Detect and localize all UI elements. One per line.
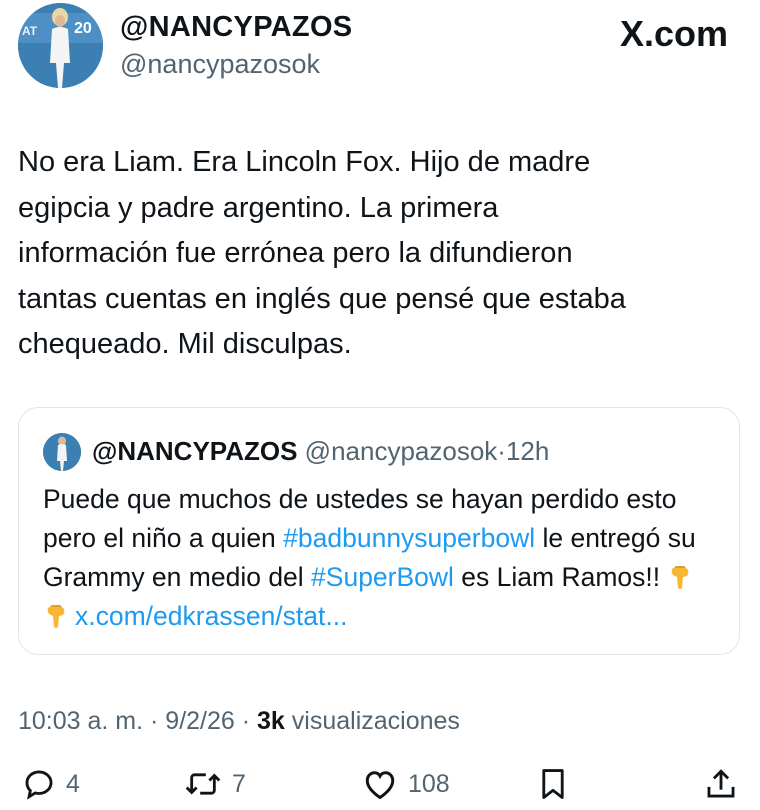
tweet-meta: 10:03 a. m. · 9/2/26 · 3k visualizacione… — [18, 704, 460, 738]
repost-count: 7 — [232, 769, 246, 798]
like-icon — [365, 771, 395, 800]
like-count: 108 — [408, 769, 450, 798]
quoted-handle[interactable]: @nancypazosok — [305, 436, 498, 466]
author-info: @NANCYPAZOS @nancypazosok — [120, 10, 352, 82]
like-button[interactable]: 108 — [362, 762, 450, 806]
author-handle[interactable]: @nancypazosok — [120, 46, 352, 82]
reply-icon — [25, 770, 53, 800]
views-label: visualizaciones — [284, 707, 460, 735]
x-logo-text: X.com — [619, 13, 728, 54]
quoted-text-part: es Liam Ramos!! — [453, 562, 668, 592]
site-label: X.com — [620, 14, 728, 54]
author-avatar[interactable]: 20 AT — [18, 3, 103, 88]
reply-count: 4 — [66, 769, 80, 798]
hashtag-link[interactable]: #SuperBowl — [311, 562, 454, 592]
share-icon — [707, 769, 735, 798]
quoted-tweet[interactable]: @NANCYPAZOS @nancypazosok·12h Puede que … — [18, 407, 740, 655]
meta-separator: · — [143, 707, 166, 735]
views-count: 3k — [257, 707, 285, 735]
tweet-text: No era Liam. Era Lincoln Fox. Hijo de ma… — [18, 146, 626, 360]
reply-button[interactable]: 4 — [22, 762, 80, 806]
quoted-display-name[interactable]: @NANCYPAZOS — [92, 436, 297, 466]
quoted-header: @NANCYPAZOS @nancypazosok·12h — [92, 434, 549, 468]
pointing-down-hand-icon — [47, 605, 65, 628]
tweet-header: 20 AT @NANCYPAZOS @nancypazosok X.com — [0, 0, 760, 100]
quoted-text: Puede que muchos de ustedes se hayan per… — [43, 480, 723, 636]
meta-separator: · — [234, 707, 258, 735]
action-bar: 4 7 108 — [0, 762, 760, 806]
svg-text:AT: AT — [22, 24, 38, 38]
author-display-name[interactable]: @NANCYPAZOS — [120, 10, 352, 44]
tweet-time[interactable]: 10:03 a. m. — [18, 707, 143, 735]
repost-icon — [185, 773, 221, 795]
repost-button[interactable]: 7 — [184, 762, 246, 806]
bookmark-icon — [542, 769, 564, 799]
tweet-date[interactable]: 9/2/26 — [165, 707, 235, 735]
svg-text:20: 20 — [74, 20, 92, 37]
quoted-separator: · — [497, 436, 506, 466]
share-button[interactable] — [704, 762, 738, 806]
bookmark-button[interactable] — [536, 762, 570, 806]
quoted-author-avatar — [43, 433, 81, 471]
quoted-time: 12h — [505, 436, 550, 466]
hashtag-link[interactable]: #badbunnysuperbowl — [283, 523, 535, 553]
pointing-down-hand-icon — [672, 566, 689, 589]
external-link[interactable]: x.com/edkrassen/stat... — [75, 601, 347, 631]
